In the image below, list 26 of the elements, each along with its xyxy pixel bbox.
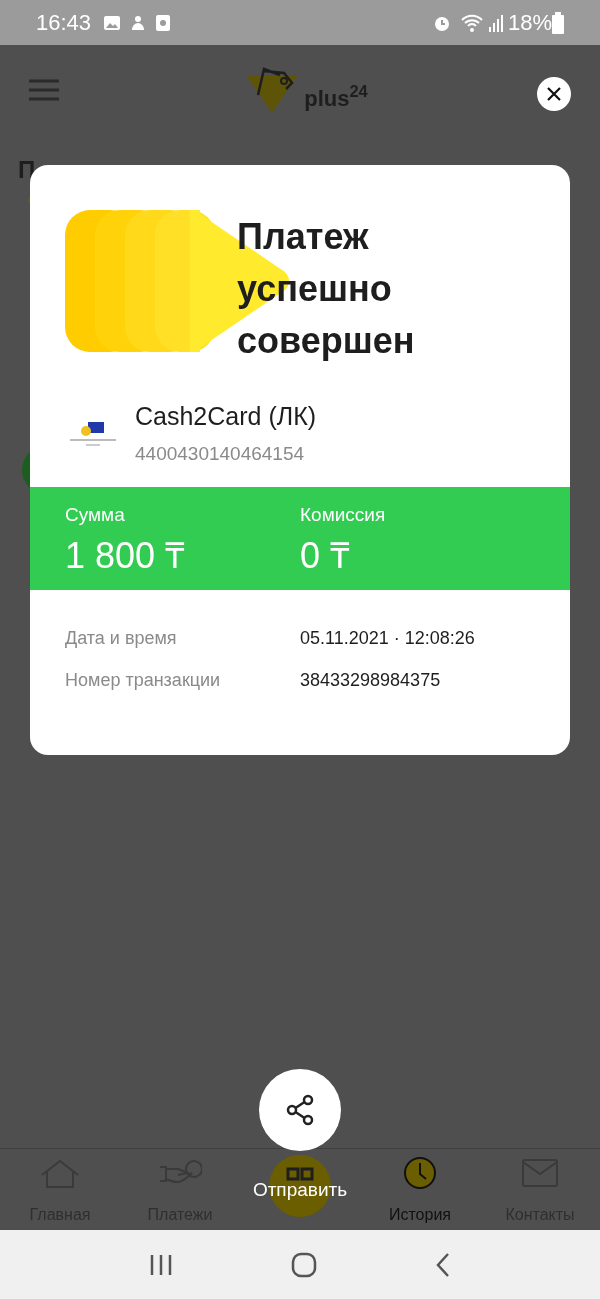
signal-icon [487, 12, 504, 33]
service-name: Cash2Card (ЛК) [135, 401, 317, 432]
status-time: 16:43 [36, 9, 92, 37]
detail-label: Номер транзакции [65, 669, 222, 692]
app-icon [155, 13, 172, 32]
share-icon [284, 1094, 316, 1126]
back-icon[interactable] [435, 1251, 451, 1278]
amount-label: Комиссия [300, 503, 387, 527]
amount-label: Сумма [65, 503, 126, 527]
amount-value: 1 800 ₸ [65, 533, 187, 578]
recent-apps-icon[interactable] [149, 1253, 173, 1276]
close-button[interactable] [537, 77, 571, 111]
close-icon [546, 86, 562, 102]
share-label: Отправить [251, 1178, 349, 1202]
detail-value: 38433298984375 [300, 669, 442, 692]
battery-level: 18% [507, 9, 552, 37]
detail-value: 05.11.2021 · 12:08:26 [300, 627, 476, 650]
image-icon [103, 13, 122, 32]
logo-icon [244, 65, 301, 115]
nav-tab[interactable]: История [360, 1149, 480, 1230]
amount-value: 0 ₸ [300, 533, 352, 578]
account-number: 4400430140464154 [135, 441, 306, 466]
detail-label: Дата и время [65, 627, 178, 650]
battery-icon [552, 11, 564, 34]
wifi-icon [459, 12, 484, 33]
home-button-icon[interactable] [291, 1251, 317, 1278]
